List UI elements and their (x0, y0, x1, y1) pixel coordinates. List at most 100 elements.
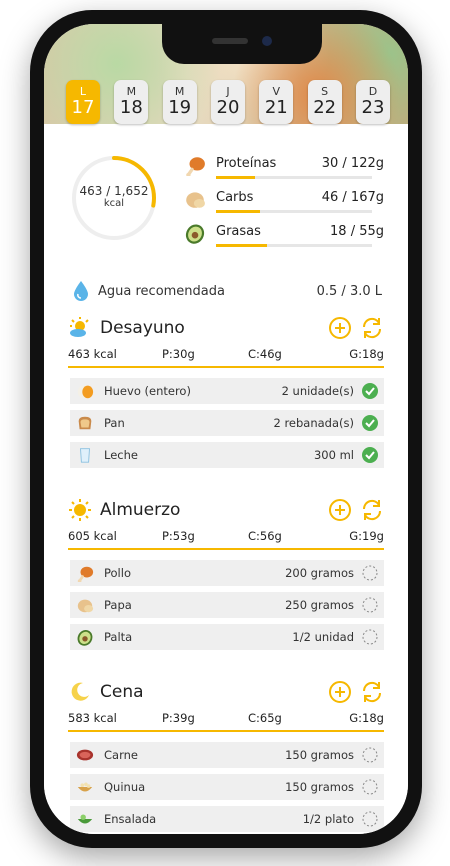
meal-carbs: C:46g (248, 347, 282, 361)
meal-title: Desayuno (100, 318, 185, 338)
meal-items: Huevo (entero) 2 unidade(s) Pan 2 rebana… (68, 378, 384, 468)
check-pending-icon[interactable] (362, 779, 378, 795)
meal-kcal: 463 kcal (68, 347, 117, 361)
meal-fat: G:18g (349, 347, 384, 361)
food-quantity: 1/2 plato (302, 812, 354, 826)
day-number: 17 (71, 97, 95, 118)
macro-progress-bar (216, 244, 372, 247)
day-m-19[interactable]: M 19 (162, 80, 197, 124)
meal-header: Almuerzo (68, 496, 384, 526)
check-pending-icon[interactable] (362, 565, 378, 581)
food-item[interactable]: Palta 1/2 unidad (70, 624, 384, 650)
refresh-icon[interactable] (360, 680, 384, 704)
food-quantity: 150 gramos (285, 780, 354, 794)
food-quantity: 2 rebanada(s) (273, 416, 354, 430)
food-item[interactable]: Carne 150 gramos (70, 742, 384, 768)
macro-value: 18 / 55g (330, 224, 384, 239)
day-number: 19 (168, 97, 192, 118)
food-item[interactable]: Huevo (entero) 2 unidade(s) (70, 378, 384, 404)
drumstick-icon (76, 564, 94, 583)
food-name: Ensalada (104, 812, 157, 826)
sun-cloud-icon (68, 316, 92, 340)
meal-carbs: C:65g (248, 711, 282, 725)
macro-grasas: Grasas 18 / 55g (184, 222, 384, 256)
meal-protein: P:39g (162, 711, 195, 725)
food-item[interactable]: Quinua 150 gramos (70, 774, 384, 800)
water-value: 0.5 / 3.0 L (316, 284, 382, 299)
avocado-icon (184, 222, 206, 244)
day-m-18[interactable]: M 18 (114, 80, 149, 124)
food-quantity: 150 gramos (285, 748, 354, 762)
day-s-22[interactable]: S 22 (307, 80, 342, 124)
add-food-icon[interactable] (328, 316, 352, 340)
meal-protein: P:30g (162, 347, 195, 361)
food-name: Leche (104, 448, 138, 462)
macro-value: 46 / 167g (321, 190, 384, 205)
food-item[interactable]: Pollo 200 gramos (70, 560, 384, 586)
macro-progress-fill (216, 176, 255, 179)
food-item[interactable]: Ensalada 1/2 plato (70, 806, 384, 832)
macro-progress-fill (216, 244, 268, 247)
screen: L 17 M 18 M 19 J 20 V 21 S 22 D 23 463 / 1,652 kcal P… (44, 24, 408, 834)
salad-icon (76, 810, 94, 828)
meal-protein: P:53g (162, 529, 195, 543)
macros-list: Proteínas 30 / 122g Carbs 46 / 167g Gras… (184, 154, 384, 256)
calorie-summary: 463 / 1,652 kcal (70, 184, 158, 209)
day-v-21[interactable]: V 21 (259, 80, 294, 124)
meal-kcal: 583 kcal (68, 711, 117, 725)
drumstick-icon (184, 154, 206, 178)
day-number: 23 (361, 97, 385, 118)
day-l-17[interactable]: L 17 (66, 80, 100, 124)
day-number: 22 (313, 97, 337, 118)
day-number: 21 (264, 97, 288, 118)
water-row[interactable]: Agua recomendada 0.5 / 3.0 L (72, 280, 382, 304)
add-food-icon[interactable] (328, 680, 352, 704)
food-quantity: 200 gramos (285, 566, 354, 580)
food-quantity: 2 unidade(s) (281, 384, 354, 398)
meal-items: Carne 150 gramos Quinua 150 gramos Ensal… (68, 742, 384, 832)
potato-icon (184, 188, 206, 210)
day-j-20[interactable]: J 20 (210, 80, 245, 124)
day-d-23[interactable]: D 23 (355, 80, 390, 124)
meal-fat: G:19g (349, 529, 384, 543)
food-item[interactable]: Leche 300 ml (70, 442, 384, 468)
macro-progress-bar (216, 210, 372, 213)
meal-items: Pollo 200 gramos Papa 250 gramos Palta 1… (68, 560, 384, 650)
meal-cena: Cena 583 kcal P:39g C:65g G:18g Carne 15… (68, 678, 384, 834)
food-quantity: 300 ml (313, 448, 354, 462)
meal-kcal: 605 kcal (68, 529, 117, 543)
sun-icon (68, 498, 92, 522)
food-item[interactable]: Papa 250 gramos (70, 592, 384, 618)
check-done-icon[interactable] (362, 415, 378, 431)
meal-stats: 583 kcal P:39g C:65g G:18g (68, 708, 384, 732)
meat-icon (76, 746, 94, 764)
check-pending-icon[interactable] (362, 747, 378, 763)
day-number: 20 (216, 97, 240, 118)
macro-name: Proteínas (216, 156, 277, 171)
add-food-icon[interactable] (328, 498, 352, 522)
water-drop-icon (74, 281, 88, 301)
meal-title: Almuerzo (100, 500, 181, 520)
check-done-icon[interactable] (362, 383, 378, 399)
food-name: Pollo (104, 566, 131, 580)
check-done-icon[interactable] (362, 447, 378, 463)
meal-fat: G:18g (349, 711, 384, 725)
meal-desayuno: Desayuno 463 kcal P:30g C:46g G:18g Huev… (68, 314, 384, 474)
meal-header: Desayuno (68, 314, 384, 344)
potato-icon (76, 596, 94, 614)
check-pending-icon[interactable] (362, 629, 378, 645)
refresh-icon[interactable] (360, 316, 384, 340)
check-pending-icon[interactable] (362, 597, 378, 613)
egg-icon (76, 382, 94, 400)
day-number: 18 (119, 97, 143, 118)
meal-title: Cena (100, 682, 144, 702)
check-pending-icon[interactable] (362, 811, 378, 827)
bread-icon (76, 414, 94, 432)
food-item[interactable]: Pan 2 rebanada(s) (70, 410, 384, 436)
macro-progress-fill (216, 210, 260, 213)
macro-name: Grasas (216, 224, 261, 239)
refresh-icon[interactable] (360, 498, 384, 522)
calorie-value: 463 / 1,652 (79, 184, 149, 198)
food-name: Pan (104, 416, 125, 430)
food-quantity: 250 gramos (285, 598, 354, 612)
